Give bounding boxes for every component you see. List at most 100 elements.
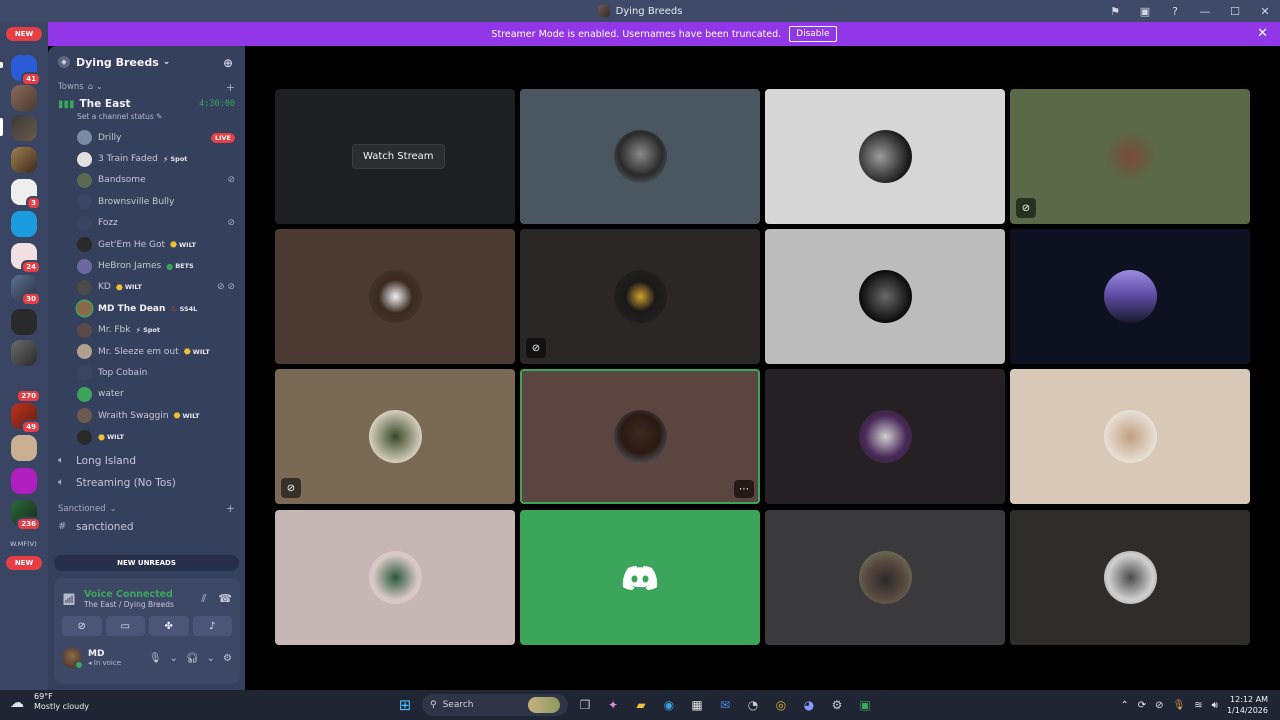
headphones-icon[interactable]: 🎧︎ (186, 653, 199, 664)
voice-member[interactable]: Mr. Sleeze em out ⬣ WILT (48, 341, 245, 362)
steam-icon[interactable]: ⚙ (826, 694, 848, 716)
chevron-up-icon[interactable]: ⌃ (1120, 700, 1128, 711)
screen-share-button[interactable]: ▭ (105, 616, 145, 636)
sync-icon[interactable]: ⟳ (1138, 700, 1146, 711)
disconnect-icon[interactable]: ☎ (218, 592, 232, 606)
soundboard-button[interactable]: ♪ (192, 616, 232, 636)
participant-tile[interactable] (275, 510, 515, 645)
server-label[interactable]: W.MF(V) (10, 540, 37, 548)
volume-icon[interactable]: 🔊︎ (1212, 700, 1218, 711)
chrome-icon[interactable]: ◎ (770, 694, 792, 716)
avatar[interactable] (62, 648, 83, 669)
close-banner-icon[interactable]: ✕ (1257, 26, 1268, 41)
participant-tile[interactable] (520, 510, 760, 645)
help-icon[interactable]: ? (1160, 0, 1190, 22)
voice-channel-streaming[interactable]: 🔈︎ Streaming (No Tos) (48, 472, 245, 494)
microphone-icon[interactable]: 🎙︎ (149, 653, 162, 664)
participant-tile-speaking[interactable]: ⋯ (520, 369, 760, 504)
noise-suppression-icon[interactable]: ⫽ (201, 592, 206, 606)
server-icon[interactable] (11, 309, 37, 335)
category-sanctioned[interactable]: Sanctioned ⌄ + (48, 502, 245, 516)
connection-signal-icon[interactable]: 📶︎ (62, 593, 76, 606)
disable-button[interactable]: Disable (789, 26, 837, 42)
participant-tile[interactable] (275, 229, 515, 364)
new-badge-top[interactable]: NEW (6, 27, 42, 41)
add-channel-icon[interactable]: + (226, 81, 235, 94)
server-icon[interactable] (11, 147, 37, 173)
task-view-icon[interactable]: ❐ (574, 694, 596, 716)
voice-member[interactable]: ⬣ WILT (48, 426, 245, 447)
server-icon[interactable]: 41 (11, 55, 41, 86)
chevron-down-icon[interactable]: ⌄ (170, 653, 178, 664)
channel-status[interactable]: Set a channel status ✎ (58, 112, 235, 124)
voice-member[interactable]: Mr. Fbk ⚡ Spot (48, 320, 245, 341)
clock[interactable]: 12:12 AM 1/14/2026 (1227, 694, 1268, 716)
server-icon[interactable] (11, 85, 37, 111)
participant-tile[interactable] (765, 89, 1005, 224)
participant-tile[interactable] (765, 510, 1005, 645)
chevron-down-icon[interactable]: ⌄ (207, 653, 215, 664)
activities-button[interactable]: ✤ (149, 616, 189, 636)
terminal-icon[interactable]: ▣ (854, 694, 876, 716)
user-name[interactable]: MD (88, 649, 121, 659)
voice-member[interactable]: Top Cobain (48, 362, 245, 383)
discord-icon[interactable]: ◕ (798, 694, 820, 716)
voice-member[interactable]: Bandsome ⊘ (48, 170, 245, 191)
server-icon[interactable] (11, 340, 37, 366)
wifi-icon[interactable]: ≋ (1194, 700, 1202, 711)
voice-channel-the-east[interactable]: ▮▮▮ The East 4:30:00 Set a channel statu… (48, 94, 245, 124)
settings-gear-icon[interactable]: ⚙ (223, 653, 232, 664)
add-channel-icon[interactable]: + (226, 502, 235, 515)
server-icon-active[interactable] (11, 115, 37, 141)
server-icon[interactable]: 49 (11, 403, 41, 434)
server-icon[interactable] (11, 468, 37, 494)
edge-icon[interactable]: ◉ (658, 694, 680, 716)
voice-member[interactable]: HeBron James ● BETS (48, 255, 245, 276)
camera-off-button[interactable]: ⊘ (62, 616, 102, 636)
voice-member[interactable]: water (48, 384, 245, 405)
participant-tile[interactable]: ⊘ (1010, 89, 1250, 224)
voice-location[interactable]: The East / Dying Breeds (84, 600, 174, 609)
participant-tile[interactable] (1010, 369, 1250, 504)
participant-tile[interactable] (765, 369, 1005, 504)
voice-member-self[interactable]: MD The Dean ♨ SS4L (48, 298, 245, 319)
participant-tile[interactable] (1010, 229, 1250, 364)
server-icon[interactable]: 270 (11, 372, 41, 403)
flag-icon[interactable]: ⚑ (1100, 0, 1130, 22)
minimize-button[interactable]: — (1190, 0, 1220, 22)
search-box[interactable]: ⚲ Search (422, 694, 568, 716)
server-icon[interactable]: 236 (11, 500, 41, 531)
voice-member[interactable]: Get'Em He Got ⬣ WILT (48, 234, 245, 255)
file-explorer-icon[interactable]: ▰ (630, 694, 652, 716)
server-icon[interactable] (11, 435, 37, 461)
new-badge-bottom[interactable]: NEW (6, 556, 42, 570)
clock-app-icon[interactable]: ◔ (742, 694, 764, 716)
voice-member[interactable]: Fozz ⊘ (48, 213, 245, 234)
participant-tile[interactable] (765, 229, 1005, 364)
windows-start-icon[interactable]: ⊞ (394, 694, 416, 716)
server-icon[interactable]: 3 (11, 179, 41, 210)
participant-tile[interactable]: ⊘ (275, 369, 515, 504)
server-header[interactable]: ◆ Dying Breeds ⌄ ⊕ (48, 46, 245, 78)
voice-member[interactable]: Drilly LIVE (48, 127, 245, 148)
participant-tile[interactable] (1010, 510, 1250, 645)
mute-notifications-icon[interactable]: ⊘ (1155, 700, 1163, 711)
participant-tile[interactable] (520, 89, 760, 224)
watch-stream-button[interactable]: Watch Stream (352, 144, 445, 169)
close-button[interactable]: ✕ (1250, 0, 1280, 22)
store-icon[interactable]: ▦ (686, 694, 708, 716)
weather-widget[interactable]: ☁ 69°F Mostly cloudy (10, 692, 89, 712)
microphone-icon[interactable]: 🎙︎ (1173, 700, 1186, 711)
mail-icon[interactable]: ✉ (714, 694, 736, 716)
voice-channel-long-island[interactable]: 🔈︎ Long Island (48, 450, 245, 472)
inbox-icon[interactable]: ▣ (1130, 0, 1160, 22)
participant-tile[interactable]: ⊘ (520, 229, 760, 364)
more-options-icon[interactable]: ⋯ (734, 480, 754, 498)
server-icon[interactable] (11, 211, 37, 237)
voice-member[interactable]: Brownsville Bully (48, 191, 245, 212)
stream-tile[interactable]: Watch Stream (275, 89, 515, 224)
add-member-icon[interactable]: ⊕ (223, 56, 233, 70)
text-channel-sanctioned[interactable]: # sanctioned (48, 516, 245, 538)
maximize-button[interactable]: ☐ (1220, 0, 1250, 22)
voice-member[interactable]: 3 Train Faded ⚡ Spot (48, 148, 245, 169)
